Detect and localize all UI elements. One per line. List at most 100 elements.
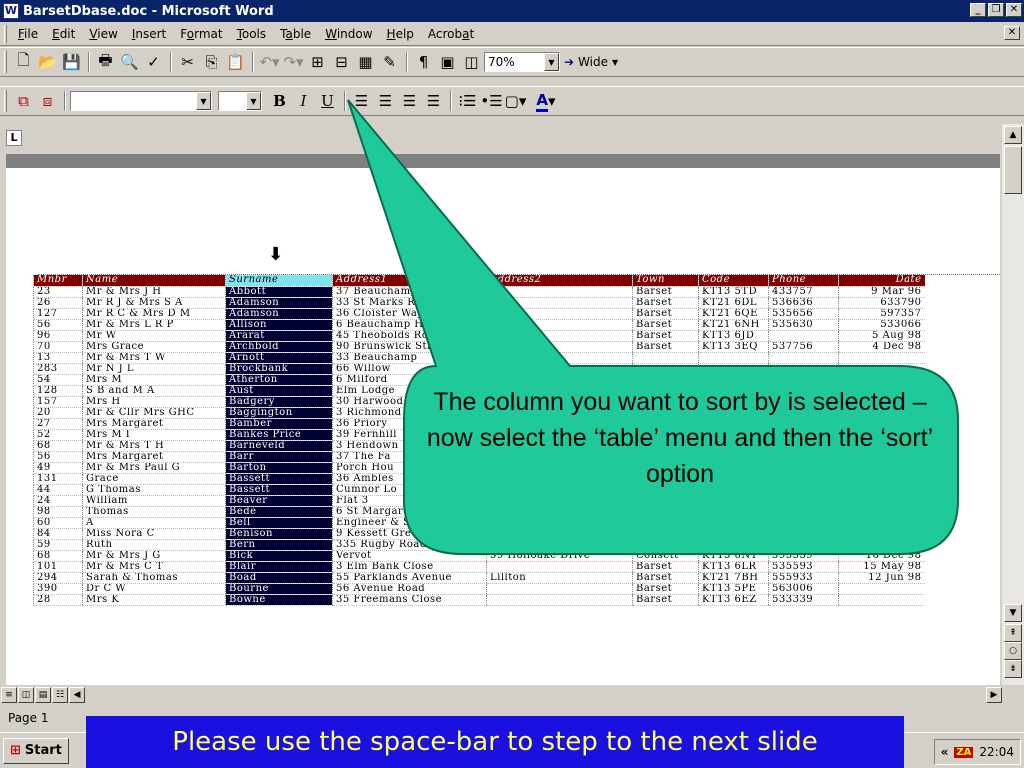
cell-code[interactable]: KT13 5PE <box>698 583 769 595</box>
print-icon[interactable]: 🖶 <box>94 51 117 73</box>
bullets-icon[interactable]: •☰ <box>480 90 503 112</box>
cell-code[interactable]: KT13 6JD <box>698 330 769 342</box>
cell-surname[interactable]: Barneveld <box>225 440 333 452</box>
cell-address2[interactable] <box>486 341 633 353</box>
cell-phone[interactable]: 535593 <box>768 561 839 573</box>
cell-mnbr[interactable]: 98 <box>33 506 83 518</box>
cell-surname[interactable]: Brockbank <box>225 363 333 375</box>
cell-mnbr[interactable]: 44 <box>33 484 83 496</box>
header-address2[interactable]: Address2 <box>486 275 633 287</box>
zonealarm-icon[interactable]: ZA <box>954 746 974 758</box>
header-address1[interactable]: Address1 <box>332 275 487 287</box>
cell-mnbr[interactable]: 70 <box>33 341 83 353</box>
cell-mnbr[interactable]: 283 <box>33 363 83 375</box>
toolbar-grip[interactable] <box>4 90 7 112</box>
cell-name[interactable]: Mrs K <box>82 594 226 606</box>
menu-table[interactable]: Table <box>273 23 318 45</box>
cell-name[interactable]: Grace <box>82 473 226 485</box>
cell-address2[interactable] <box>486 561 633 573</box>
cell-town[interactable]: Barset <box>632 572 699 584</box>
cell-phone[interactable]: 555933 <box>768 572 839 584</box>
cell-date[interactable]: 9 Mar 96 <box>838 286 925 298</box>
cell-address1[interactable]: 66 Willow <box>332 363 487 375</box>
cell-address2[interactable] <box>486 594 633 606</box>
cell-phone[interactable]: 536636 <box>768 297 839 309</box>
cell-address2[interactable] <box>486 286 633 298</box>
cell-town[interactable] <box>632 363 699 375</box>
cell-surname[interactable]: Aust <box>225 385 333 397</box>
cell-address2[interactable] <box>486 495 633 507</box>
cell-town[interactable]: Consett <box>632 550 699 562</box>
next-page-icon[interactable]: ⇟ <box>1004 660 1022 678</box>
cell-surname[interactable]: Beaver <box>225 495 333 507</box>
cell-date[interactable] <box>838 594 925 606</box>
scroll-thumb[interactable] <box>1004 146 1022 194</box>
cell-surname[interactable]: Atherton <box>225 374 333 386</box>
cell-surname[interactable]: Bern <box>225 539 333 551</box>
cell-code[interactable]: KT13 6NA <box>698 528 769 540</box>
cell-address2[interactable] <box>486 297 633 309</box>
align-right-icon[interactable]: ☰ <box>398 90 421 112</box>
cell-phone[interactable]: 595559 <box>768 550 839 562</box>
cell-town[interactable]: Barset <box>632 539 699 551</box>
cell-date[interactable]: 5 Aug 98 <box>838 330 925 342</box>
cell-address2[interactable]: W D C <box>486 517 633 529</box>
numbering-icon[interactable]: ⁝☰ <box>456 90 479 112</box>
print-layout-icon[interactable]: ▤ <box>35 687 51 703</box>
minimize-button[interactable]: _ <box>970 3 986 17</box>
cell-surname[interactable]: Bamber <box>225 418 333 430</box>
cell-mnbr[interactable]: 52 <box>33 429 83 441</box>
cell-phone[interactable]: 533339 <box>768 594 839 606</box>
cell-name[interactable]: Ruth <box>82 539 226 551</box>
new-document-icon[interactable]: 🗋 <box>12 51 35 73</box>
menu-insert[interactable]: Insert <box>125 23 173 45</box>
cell-address2[interactable]: 59 Holioake Drive <box>486 550 633 562</box>
document-close-button[interactable]: ✕ <box>1004 26 1020 40</box>
cell-name[interactable]: Mrs H <box>82 396 226 408</box>
cell-date[interactable]: 18 Feb 98 <box>838 506 925 518</box>
restore-button[interactable]: ❐ <box>988 3 1004 17</box>
cell-date[interactable]: 533066 <box>838 319 925 331</box>
underline-icon[interactable]: U <box>316 90 339 112</box>
cell-mnbr[interactable]: 49 <box>33 462 83 474</box>
cell-date[interactable] <box>838 363 925 375</box>
save-icon[interactable]: 💾 <box>60 51 83 73</box>
font-color-icon[interactable]: A ▾ <box>528 90 564 112</box>
cell-surname[interactable]: Baggington <box>225 407 333 419</box>
cell-mnbr[interactable]: 127 <box>33 308 83 320</box>
tab-selector[interactable]: L <box>6 130 22 146</box>
tables-borders-icon[interactable]: ⊟ <box>330 51 353 73</box>
cell-name[interactable]: Mr & Cllr Mrs GHC <box>82 407 226 419</box>
cell-date[interactable]: 16 Dec 98 <box>838 550 925 562</box>
cell-mnbr[interactable]: 27 <box>33 418 83 430</box>
cell-mnbr[interactable]: 59 <box>33 539 83 551</box>
cell-code[interactable]: KT21 6DH <box>698 539 769 551</box>
cell-surname[interactable]: Archbold <box>225 341 333 353</box>
cell-name[interactable]: S B and M A <box>82 385 226 397</box>
cell-phone[interactable] <box>768 363 839 375</box>
cell-address1[interactable]: 3 Elm Bank Close <box>332 561 487 573</box>
open-folder-icon[interactable]: 📂 <box>36 51 59 73</box>
align-center-icon[interactable]: ☰ <box>374 90 397 112</box>
cell-surname[interactable]: Barton <box>225 462 333 474</box>
cell-surname[interactable]: Bick <box>225 550 333 562</box>
drawing-icon[interactable]: ✎ <box>378 51 401 73</box>
show-hide-icon[interactable]: ¶ <box>412 51 435 73</box>
header-mnbr[interactable]: Mnbr <box>33 275 83 287</box>
cell-address2[interactable] <box>486 319 633 331</box>
cell-mnbr[interactable]: 13 <box>33 352 83 364</box>
cell-address1[interactable]: 37 Beauchamp Ave <box>332 286 487 298</box>
cell-date[interactable] <box>838 583 925 595</box>
cell-phone[interactable]: 433757 <box>768 286 839 298</box>
cell-phone[interactable] <box>768 495 839 507</box>
cell-name[interactable]: Mr & Mrs T W <box>82 352 226 364</box>
cell-date[interactable]: 4 Dec 98 <box>838 341 925 353</box>
cell-mnbr[interactable]: 26 <box>33 297 83 309</box>
office-assistant-icon[interactable]: ◫ <box>460 51 483 73</box>
cell-name[interactable]: Mr W <box>82 330 226 342</box>
tray-expand-icon[interactable]: « <box>941 745 949 759</box>
redo-icon[interactable]: ↷▾ <box>282 51 305 73</box>
cell-code[interactable] <box>698 363 769 375</box>
undo-icon[interactable]: ↶▾ <box>258 51 281 73</box>
cell-town[interactable]: Barset <box>632 286 699 298</box>
